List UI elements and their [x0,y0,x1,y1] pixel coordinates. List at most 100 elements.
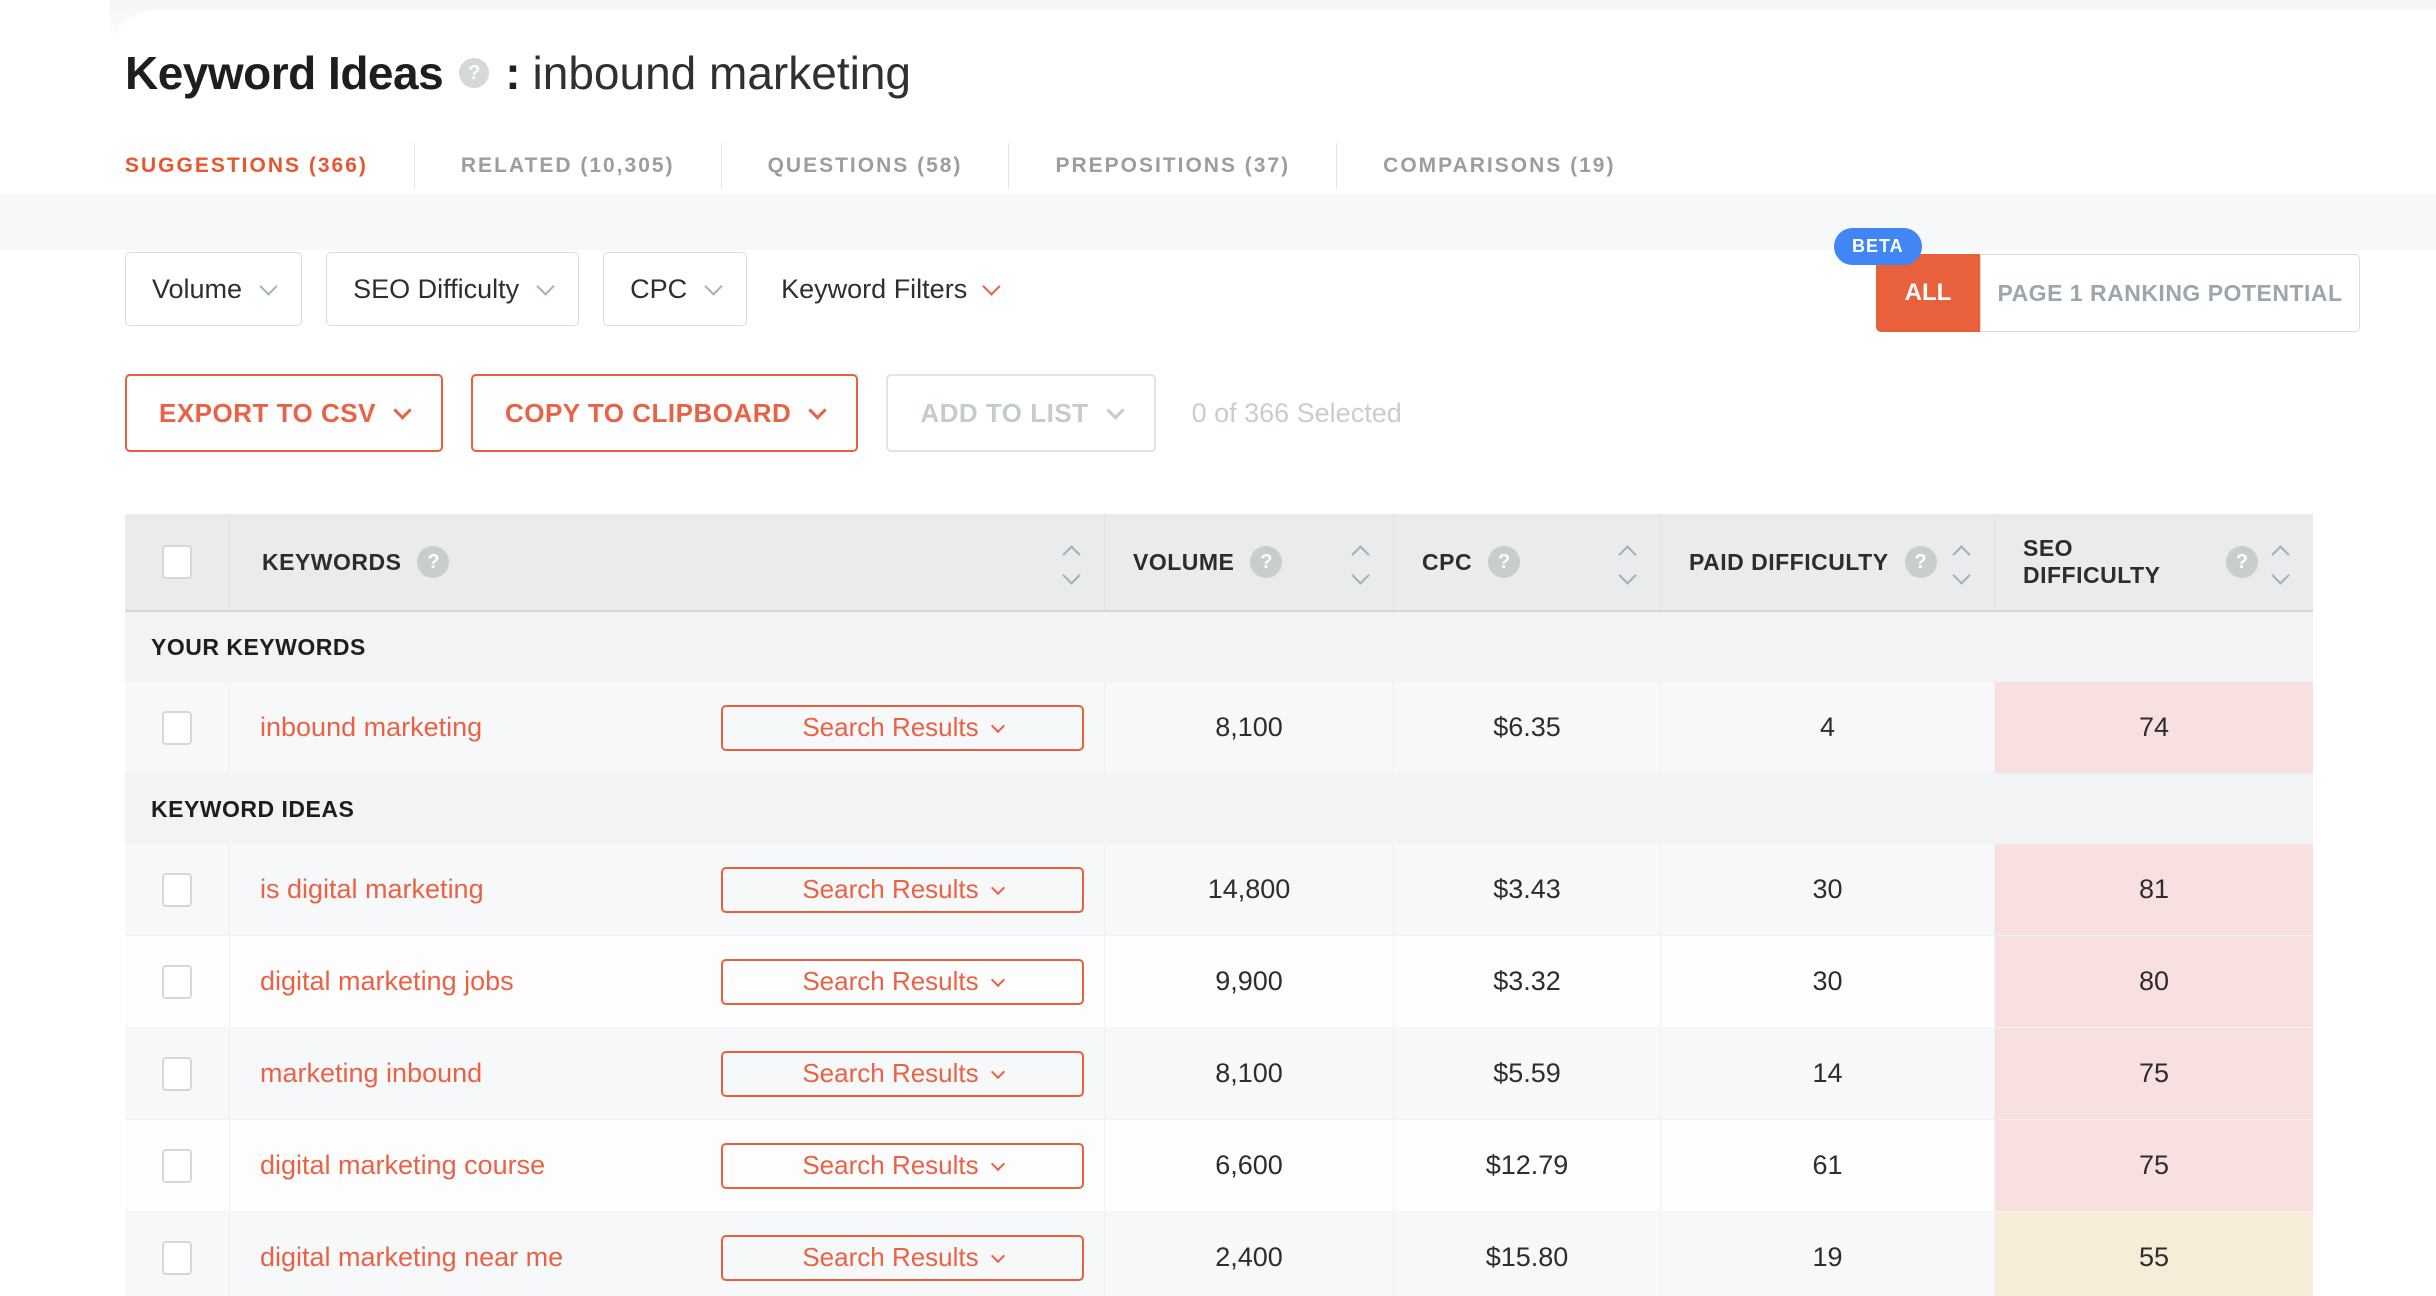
ranking-all-button[interactable]: ALL [1876,254,1980,332]
row-volume-cell: 8,100 [1105,682,1394,773]
keyword-link[interactable]: marketing inbound [260,1058,482,1089]
actions-bar: EXPORT TO CSV COPY TO CLIPBOARD ADD TO L… [125,374,1402,452]
volume-filter-label: Volume [152,273,243,304]
volume-help-icon[interactable]: ? [1250,546,1283,578]
paid-difficulty-sort-control[interactable] [1952,542,1971,585]
search-results-button[interactable]: Search Results [721,958,1084,1005]
sort-down-icon [1062,566,1081,585]
row-seo-difficulty-cell: 81 [1995,844,2313,935]
chevron-down-icon [259,276,278,296]
cpc-value: $3.32 [1493,966,1561,996]
tab-prepositions[interactable]: PREPOSITIONS (37) [1009,144,1336,188]
sort-down-icon [2271,566,2290,585]
search-results-label: Search Results [802,1058,979,1088]
export-to-csv-button[interactable]: EXPORT TO CSV [125,374,443,452]
keyword-link[interactable]: digital marketing course [260,1150,545,1181]
row-checkbox[interactable] [162,964,192,999]
row-cpc-cell: $5.59 [1394,1028,1661,1119]
row-keyword-cell: digital marketing course Search Results [230,1120,1105,1211]
cpc-value: $12.79 [1485,1150,1569,1180]
tab-questions[interactable]: QUESTIONS (58) [722,144,1009,188]
volume-value: 8,100 [1215,1058,1283,1088]
table-row: is digital marketing Search Results 14,8… [125,844,2313,936]
add-to-list-button[interactable]: ADD TO LIST [886,374,1156,452]
row-checkbox[interactable] [162,710,192,745]
search-results-button[interactable]: Search Results [721,866,1084,913]
keywords-help-icon[interactable]: ? [417,546,450,578]
sort-down-icon [1351,566,1370,585]
row-seo-difficulty-cell: 75 [1995,1120,2313,1211]
cpc-sort-control[interactable] [1618,542,1637,585]
row-checkbox[interactable] [162,1148,192,1183]
page1-ranking-potential-button[interactable]: PAGE 1 RANKING POTENTIAL [1980,254,2360,332]
chevron-down-icon [536,276,555,296]
seo-difficulty-filter-label: SEO Difficulty [353,273,520,304]
tab-suggestions[interactable]: SUGGESTIONS (366) [125,144,414,188]
header-checkbox-cell [125,514,230,610]
chevron-down-icon [808,400,828,420]
sort-up-icon [1351,545,1370,564]
keyword-link[interactable]: digital marketing jobs [260,966,514,997]
volume-sort-control[interactable] [1351,542,1370,585]
cpc-filter-dropdown[interactable]: CPC [603,252,748,326]
title-help-icon[interactable]: ? [459,58,490,88]
row-volume-cell: 6,600 [1105,1120,1394,1211]
tab-related[interactable]: RELATED (10,305) [415,144,721,188]
table-header-row: KEYWORDS ? VOLUME ? CPC ? PAID DIFFICULT… [125,514,2313,612]
seo-difficulty-value: 75 [2138,1058,2170,1088]
export-to-csv-label: EXPORT TO CSV [159,397,376,428]
chevron-down-icon [982,276,1001,296]
seo-difficulty-filter-dropdown[interactable]: SEO Difficulty [326,252,580,326]
volume-header-label: VOLUME [1133,548,1235,575]
chevron-down-icon [393,400,412,420]
row-paid-difficulty-cell: 30 [1661,936,1995,1027]
search-results-button[interactable]: Search Results [721,1050,1084,1097]
keyword-filters-dropdown[interactable]: Keyword Filters [781,273,1001,305]
row-paid-difficulty-cell: 19 [1661,1212,1995,1296]
paid-difficulty-help-icon[interactable]: ? [1904,546,1937,578]
row-seo-difficulty-cell: 55 [1995,1212,2313,1296]
cpc-header-cell: CPC ? [1394,514,1661,610]
search-results-button[interactable]: Search Results [721,704,1084,751]
page-title: Keyword Ideas ? : inbound marketing [125,46,911,100]
row-checkbox-cell [125,682,230,773]
search-results-button[interactable]: Search Results [721,1142,1084,1189]
tab-comparisons[interactable]: COMPARISONS (19) [1337,144,1661,188]
chevron-down-icon [990,1248,1005,1263]
select-all-checkbox[interactable] [162,545,192,579]
row-volume-cell: 9,900 [1105,936,1394,1027]
seo-difficulty-help-icon[interactable]: ? [2226,546,2258,578]
keyword-link[interactable]: digital marketing near me [260,1242,563,1273]
volume-header-cell: VOLUME ? [1105,514,1394,610]
chevron-down-icon [990,880,1005,895]
chevron-down-icon [990,972,1005,987]
add-to-list-label: ADD TO LIST [920,397,1089,428]
sort-up-icon [1618,545,1637,564]
row-seo-difficulty-cell: 80 [1995,936,2313,1027]
keyword-link[interactable]: inbound marketing [260,712,482,743]
cpc-value: $6.35 [1493,712,1561,742]
cpc-value: $3.43 [1493,874,1561,904]
paid-difficulty-header-label: PAID DIFFICULTY [1689,548,1889,575]
search-results-label: Search Results [802,1150,979,1180]
copy-to-clipboard-button[interactable]: COPY TO CLIPBOARD [470,374,859,452]
volume-value: 14,800 [1207,874,1291,904]
keyword-link[interactable]: is digital marketing [260,874,484,905]
cpc-help-icon[interactable]: ? [1488,546,1521,578]
keyword-filters-label: Keyword Filters [781,273,968,304]
volume-filter-dropdown[interactable]: Volume [125,252,303,326]
search-results-button[interactable]: Search Results [721,1234,1084,1281]
seo-difficulty-value: 55 [2138,1242,2170,1272]
title-query-text: inbound marketing [532,47,911,99]
row-paid-difficulty-cell: 61 [1661,1120,1995,1211]
beta-badge: BETA [1834,228,1922,265]
keyword-table-body: YOUR KEYWORDS inbound marketing Search R… [125,612,2313,1296]
row-checkbox[interactable] [162,1240,192,1275]
seo-difficulty-sort-control[interactable] [2271,542,2290,585]
row-cpc-cell: $12.79 [1394,1120,1661,1211]
row-checkbox[interactable] [162,1056,192,1091]
keywords-sort-control[interactable] [1062,542,1081,585]
table-row: marketing inbound Search Results 8,100 $… [125,1028,2313,1120]
tab-section-divider-band [0,194,2436,250]
row-checkbox[interactable] [162,872,192,907]
